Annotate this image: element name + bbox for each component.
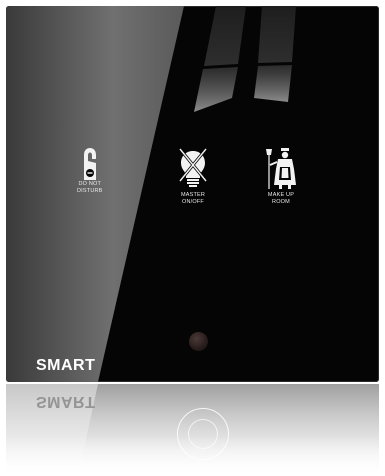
proximity-sensor (189, 332, 208, 351)
do-not-disturb-button[interactable]: DO NOT DISTURB (77, 147, 103, 194)
window-reflection (194, 6, 296, 112)
housekeeper-icon (266, 148, 296, 189)
switch-panel: DO NOT DISTURB MASTER ON/OFF MAKE UP ROO… (6, 6, 379, 382)
master-on-off-label: MASTER ON/OFF (180, 192, 206, 205)
brand-reflection: SMART (36, 393, 96, 410)
make-up-room-label: MAKE UP ROOM (267, 192, 295, 205)
reflection-fade (6, 436, 379, 476)
do-not-disturb-label: DO NOT DISTURB (77, 181, 103, 194)
make-up-room-button[interactable]: MAKE UP ROOM (264, 147, 298, 205)
panel-reflection: SMART (6, 384, 379, 476)
brand-label: SMART (36, 357, 96, 374)
master-on-off-button[interactable]: MASTER ON/OFF (176, 147, 210, 205)
crossed-bulb-icon (178, 148, 208, 187)
